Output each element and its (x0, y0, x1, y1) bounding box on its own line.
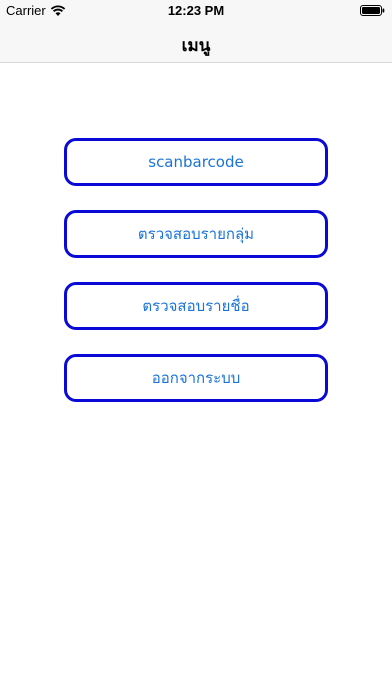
logout-button[interactable]: ออกจากระบบ (64, 354, 328, 402)
navigation-bar: เมนู (0, 22, 392, 63)
check-by-group-button[interactable]: ตรวจสอบรายกลุ่ม (64, 210, 328, 258)
battery-icon (360, 5, 385, 16)
check-by-name-button[interactable]: ตรวจสอบรายชื่อ (64, 282, 328, 330)
menu-list: scanbarcode ตรวจสอบรายกลุ่ม ตรวจสอบรายชื… (64, 138, 328, 426)
status-bar: Carrier 12:23 PM (0, 0, 392, 22)
status-time: 12:23 PM (167, 3, 225, 18)
page-title: เมนู (181, 36, 211, 56)
scanbarcode-button[interactable]: scanbarcode (64, 138, 328, 186)
